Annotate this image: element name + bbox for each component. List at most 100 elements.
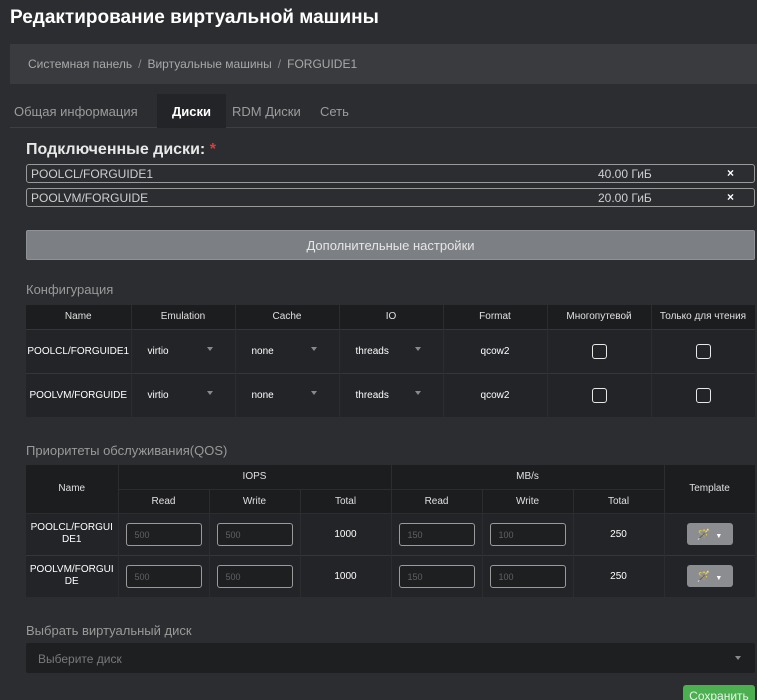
mb-write-input[interactable]: 100 [489,522,566,546]
mb-write-input[interactable]: 100 [489,564,566,588]
template-button[interactable]: 🪄 ▼ [686,565,733,588]
chevron-down-icon [414,390,421,395]
vdisk-select[interactable]: Выберите диск [26,643,755,673]
tab-disks[interactable]: Диски [157,94,226,128]
table-row: POOLCL/FORGUIDE1 virtio none threads qco… [26,328,756,373]
readonly-cell [651,372,756,417]
iops-write-cell: 500 [209,554,301,597]
breadcrumb-separator: / [138,57,142,71]
mb-write-cell: 100 [482,512,574,555]
page-title: Редактирование виртуальной машины [10,7,379,28]
disk-name: POOLVM/FORGUIDE [31,191,149,205]
config-table: Name Emulation Cache IO Format Многопуте… [26,305,756,417]
required-mark: * [209,141,216,158]
multipath-checkbox[interactable] [591,343,607,359]
config-heading: Конфигурация [26,282,114,297]
iops-read-cell: 500 [118,512,210,555]
template-cell: 🪄 ▼ [664,512,756,555]
tab-network[interactable]: Сеть [320,94,349,128]
col-name: Name [26,305,132,329]
emulation-value: virtio [147,389,169,401]
qos-header-row: Name IOPS MB/s Template [26,465,756,514]
format-cell: qcow2 [443,372,548,417]
vdisk-placeholder: Выберите диск [38,652,122,666]
emulation-value: virtio [147,345,169,357]
cache-select[interactable]: none [235,328,340,373]
mb-read-cell: 150 [391,512,483,555]
col-readonly: Только для чтения [651,305,756,329]
template-button[interactable]: 🪄 ▼ [686,523,733,545]
template-cell: 🪄 ▼ [664,554,756,597]
mb-write-cell: 100 [482,554,574,597]
readonly-checkbox[interactable] [695,387,711,403]
iops-write-input[interactable]: 500 [216,522,293,546]
iops-read-input[interactable]: 500 [125,564,202,588]
title-bar: Редактирование виртуальной машины [0,0,757,38]
more-settings-button[interactable]: Дополнительные настройки [26,230,755,260]
iops-total-cell: 1000 [300,554,392,597]
emulation-select[interactable]: virtio [131,328,236,373]
mb-total-cell: 250 [573,554,665,597]
col-emulation: Emulation [131,305,236,329]
format-cell: qcow2 [443,328,548,373]
col-io: IO [339,305,444,329]
table-row: POOLVM/FORGUIDE virtio none threads qcow… [26,372,756,417]
qos-disk-name: POOLCL/FORGUI DE1 [26,512,119,555]
disk-name: POOLCL/FORGUIDE1 [31,167,154,181]
attached-disks-heading: Подключенные диски: * [26,141,216,159]
mb-total-cell: 250 [573,512,665,555]
multipath-checkbox[interactable] [591,387,607,403]
breadcrumb: Системная панель / Виртуальные машины / FORG… [10,44,757,84]
iops-read-input[interactable]: 500 [125,522,202,546]
col-mb-total: Total [573,489,665,514]
chevron-down-icon [414,346,421,351]
mb-read-cell: 150 [391,554,483,597]
col-iops-total: Total [300,489,392,514]
chevron-down-icon: ▼ [715,575,723,583]
multipath-cell [547,372,652,417]
mb-read-input[interactable]: 150 [398,564,475,588]
col-mb-write: Write [482,489,574,514]
io-select[interactable]: threads [339,372,444,417]
col-iops-write: Write [209,489,301,514]
tabs: Общая информация Диски RDM Диски Сеть [10,94,757,128]
emulation-select[interactable]: virtio [131,372,236,417]
io-select[interactable]: threads [339,328,444,373]
multipath-cell [547,328,652,373]
magic-wand-icon: 🪄 [696,529,711,541]
cache-value: none [251,389,274,401]
disk-row: POOLCL/FORGUIDE1 40.00 ГиБ × [26,164,755,183]
disk-name-cell: POOLCL/FORGUIDE1 [26,328,132,373]
col-template: Template [664,465,756,514]
breadcrumb-current: FORGUIDE1 [287,57,358,71]
qos-subheader-row: Read Write Total Read Write Total [26,489,755,514]
chevron-down-icon [735,656,741,660]
remove-disk-icon[interactable]: × [727,166,734,180]
iops-total-cell: 1000 [300,512,392,555]
disk-name-cell: POOLVM/FORGUIDE [26,372,132,417]
breadcrumb-separator: / [277,57,282,71]
col-name: Name [26,465,119,514]
breadcrumb-vms[interactable]: Виртуальные машины [147,57,271,71]
attached-disks-heading-text: Подключенные диски: [26,141,206,158]
col-cache: Cache [235,305,340,329]
breadcrumb-dashboard[interactable]: Системная панель [28,57,132,71]
qos-table: Name IOPS MB/s Template Read Write Total… [26,465,756,597]
tab-rdm-disks[interactable]: RDM Диски [232,94,301,128]
save-button[interactable]: Сохранить [683,685,755,700]
iops-read-cell: 500 [118,554,210,597]
qos-heading: Приоритеты обслуживания(QOS) [26,443,228,458]
cache-value: none [251,345,274,357]
cache-select[interactable]: none [235,372,340,417]
disk-row: POOLVM/FORGUIDE 20.00 ГиБ × [26,188,755,207]
readonly-checkbox[interactable] [695,343,711,359]
io-value: threads [355,389,389,401]
remove-disk-icon[interactable]: × [727,190,734,204]
mb-read-input[interactable]: 150 [398,522,475,546]
table-row: POOLVM/FORGUI DE 500 500 1000 150 100 25… [26,554,756,597]
disk-size: 20.00 ГиБ [598,191,652,205]
chevron-down-icon [310,346,317,351]
vdisk-label: Выбрать виртуальный диск [26,623,192,638]
tab-general[interactable]: Общая информация [14,94,138,128]
iops-write-input[interactable]: 500 [216,564,293,588]
